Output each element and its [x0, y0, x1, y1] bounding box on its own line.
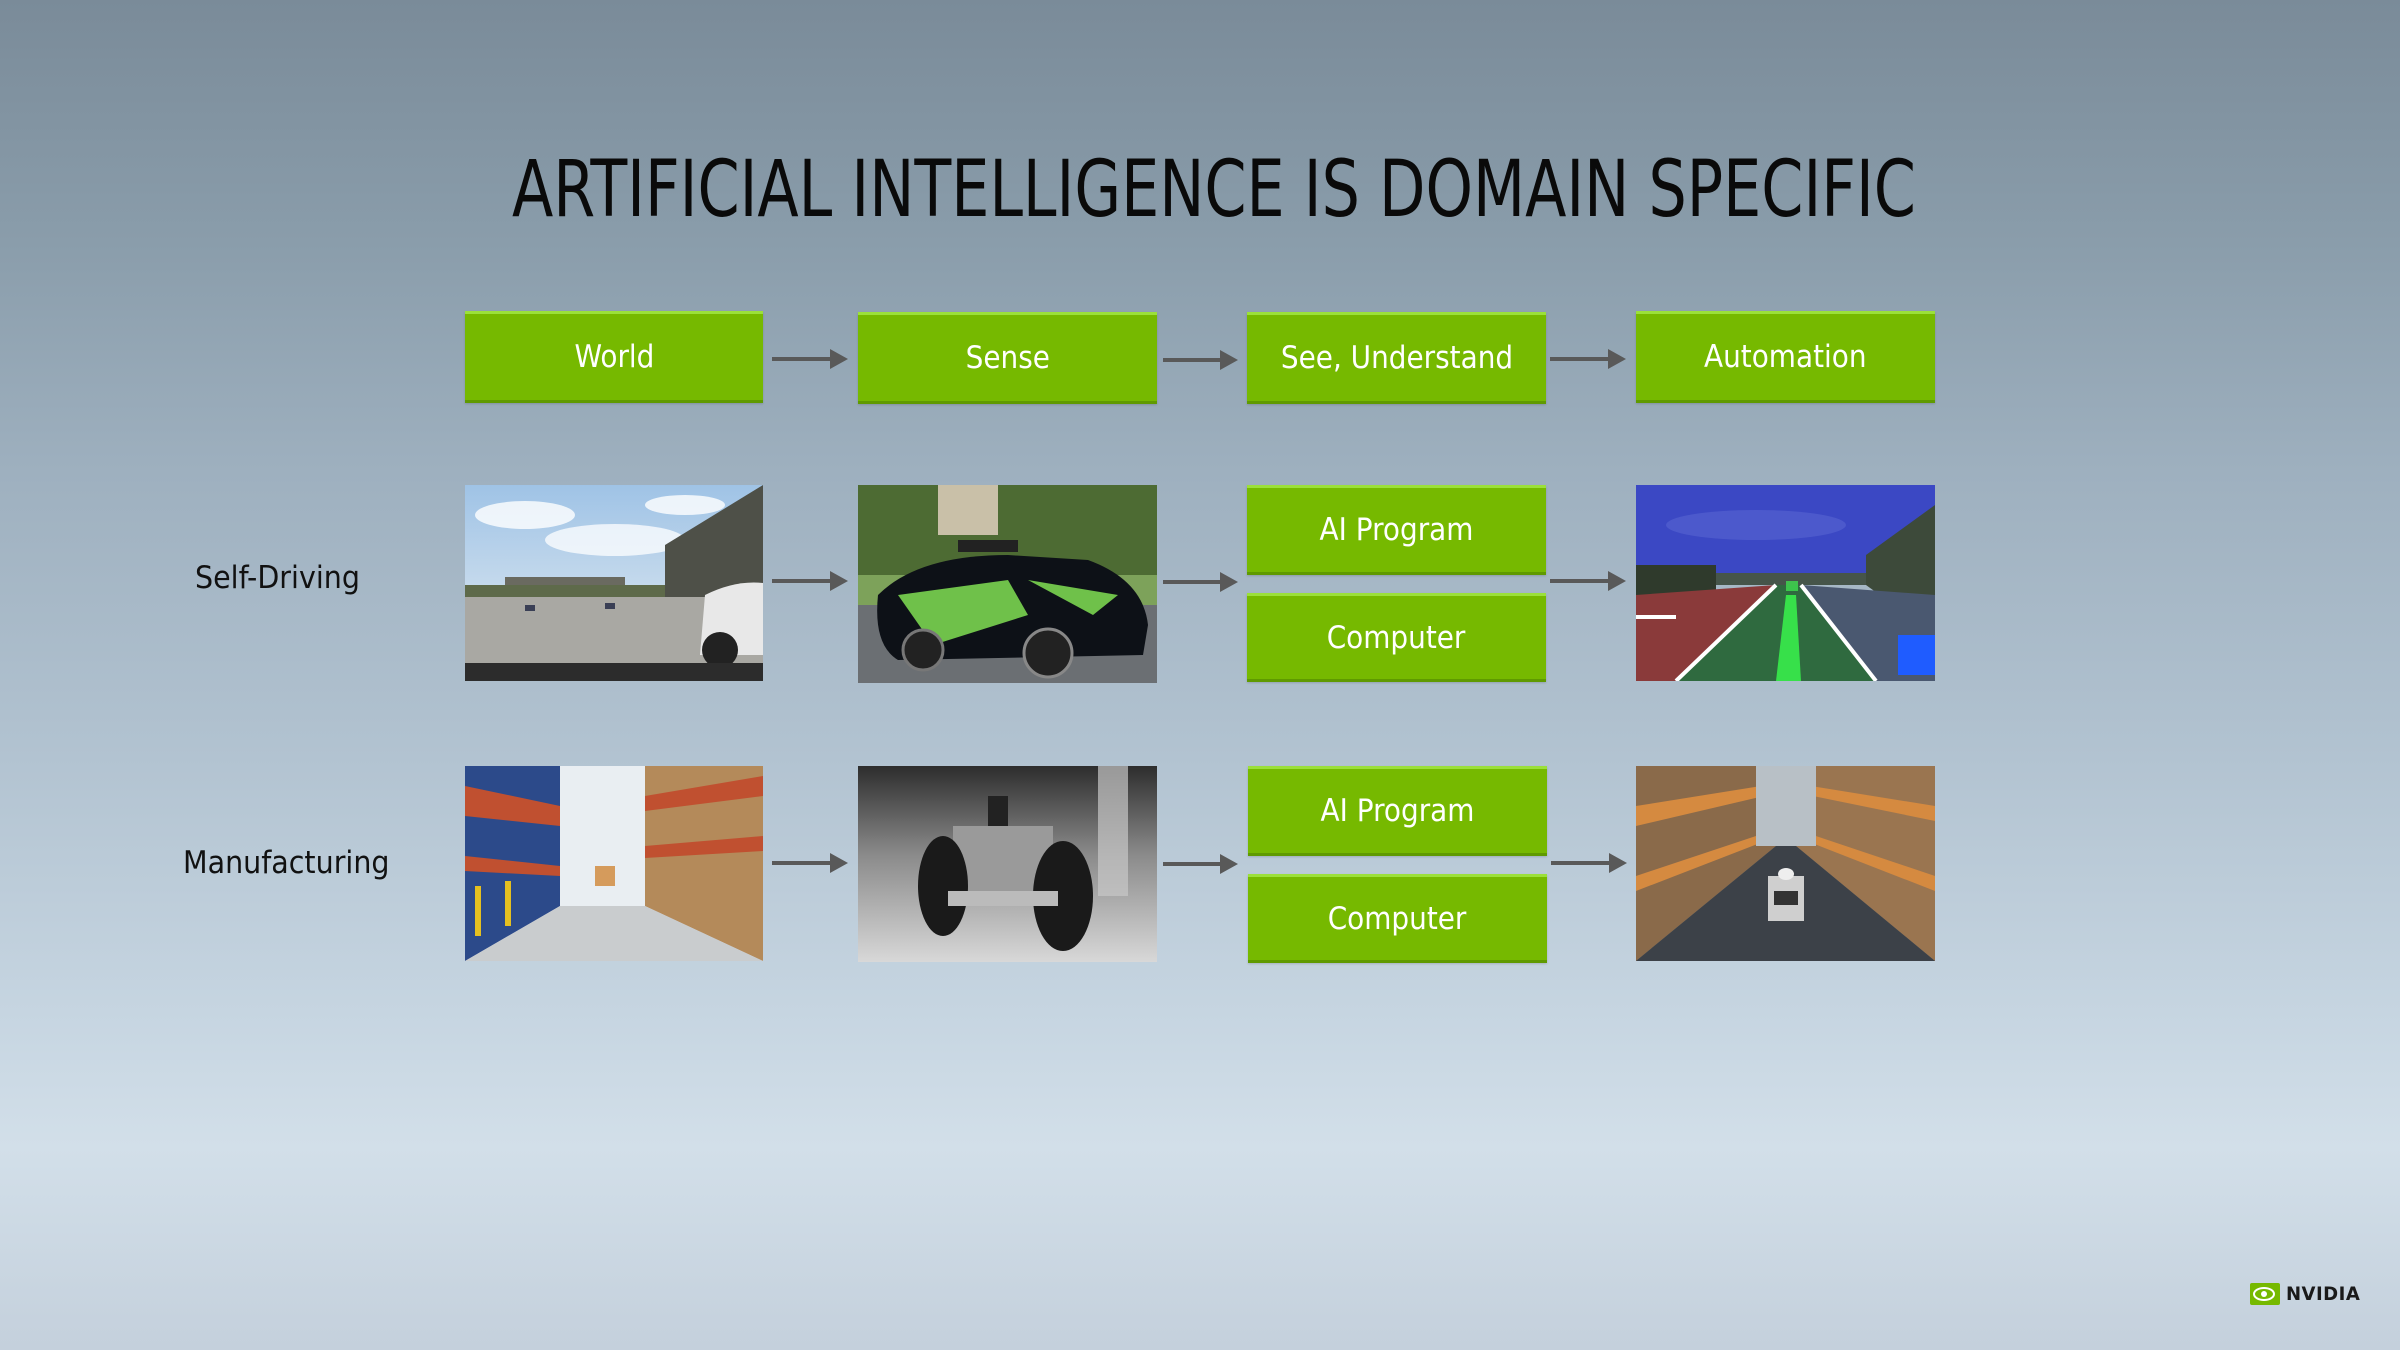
ai-program-box: AI Program — [1248, 766, 1547, 856]
header-box-see-understand: See, Understand — [1247, 312, 1546, 404]
header-box-automation: Automation — [1636, 311, 1935, 403]
lane-detection-image — [1636, 485, 1935, 681]
row-label-manufacturing: Manufacturing — [183, 845, 390, 881]
ai-program-label: AI Program — [1319, 512, 1474, 548]
arrow-icon — [1550, 571, 1626, 591]
autonomous-car-image — [858, 485, 1157, 683]
ai-program-box: AI Program — [1247, 485, 1546, 575]
wheeled-robot-image — [858, 766, 1157, 962]
header-label: Automation — [1704, 339, 1867, 375]
ai-program-label: AI Program — [1320, 793, 1475, 829]
computer-label: Computer — [1328, 900, 1467, 937]
nvidia-logo-text: NVIDIA — [2285, 1283, 2361, 1305]
computer-label: Computer — [1327, 619, 1466, 656]
arrow-icon — [772, 853, 848, 873]
arrow-icon — [1163, 854, 1238, 874]
arrow-icon — [772, 349, 848, 369]
robot-warehouse-image — [1636, 766, 1935, 961]
arrow-icon — [1163, 350, 1238, 370]
arrow-icon — [1551, 853, 1627, 873]
header-label: World — [574, 339, 654, 375]
arrow-icon — [1163, 572, 1238, 592]
highway-road-image — [465, 485, 763, 681]
nvidia-logo: NVIDIA — [2250, 1283, 2362, 1305]
arrow-icon — [772, 571, 848, 591]
header-box-sense: Sense — [858, 312, 1157, 404]
header-label: See, Understand — [1280, 340, 1513, 376]
arrow-icon — [1550, 349, 1626, 369]
slide-title: ARTIFICIAL INTELLIGENCE IS DOMAIN SPECIF… — [512, 145, 1916, 235]
header-label: Sense — [965, 340, 1050, 376]
row-label-self-driving: Self-Driving — [195, 560, 360, 596]
computer-box: Computer — [1248, 874, 1547, 963]
nvidia-eye-icon — [2250, 1283, 2280, 1305]
computer-box: Computer — [1247, 593, 1546, 682]
header-box-world: World — [465, 311, 763, 403]
warehouse-aisle-image — [465, 766, 763, 961]
